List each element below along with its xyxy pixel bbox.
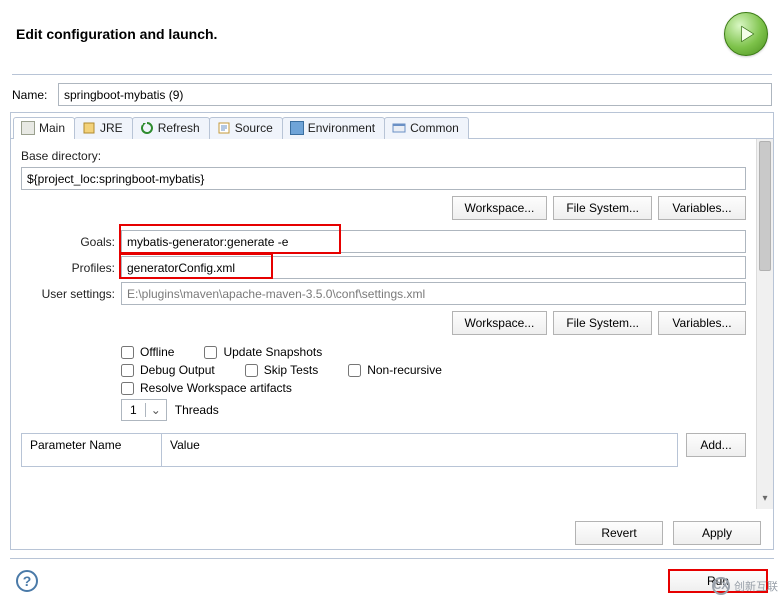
watermark: CX创新互联: [712, 577, 778, 595]
revert-button[interactable]: Revert: [575, 521, 663, 545]
name-label: Name:: [12, 88, 52, 102]
user-settings-input[interactable]: [121, 282, 746, 305]
file-system-button-2[interactable]: File System...: [553, 311, 652, 335]
dialog-title: Edit configuration and launch.: [16, 26, 217, 42]
base-directory-input[interactable]: [21, 167, 746, 190]
tab-source[interactable]: Source: [209, 117, 283, 139]
scrollbar-thumb[interactable]: [759, 141, 771, 271]
launch-icon-button[interactable]: [724, 12, 768, 56]
name-input[interactable]: [58, 83, 772, 106]
tab-refresh[interactable]: Refresh: [132, 117, 210, 139]
tab-main[interactable]: Main: [13, 117, 75, 139]
checkbox-resolve-workspace-label: Resolve Workspace artifacts: [140, 381, 292, 395]
user-settings-label: User settings:: [21, 287, 121, 301]
goals-input[interactable]: [121, 230, 746, 253]
checkbox-debug-output-label: Debug Output: [140, 363, 215, 377]
variables-button[interactable]: Variables...: [658, 196, 746, 220]
tab-common[interactable]: Common: [384, 117, 469, 139]
base-directory-label: Base directory:: [21, 149, 746, 163]
source-tab-icon: [217, 121, 231, 135]
checkbox-offline[interactable]: Offline: [121, 345, 174, 359]
tab-source-label: Source: [235, 121, 273, 135]
scroll-down-arrow-icon[interactable]: ▾: [757, 493, 773, 509]
workspace-button-2[interactable]: Workspace...: [452, 311, 548, 335]
tab-jre[interactable]: JRE: [74, 117, 133, 139]
tab-jre-label: JRE: [100, 121, 123, 135]
common-tab-icon: [392, 121, 406, 135]
threads-label: Threads: [175, 403, 219, 417]
checkbox-update-snapshots[interactable]: Update Snapshots: [204, 345, 322, 359]
tab-environment[interactable]: Environment: [282, 117, 385, 139]
tab-refresh-label: Refresh: [158, 121, 200, 135]
checkbox-non-recursive[interactable]: Non-recursive: [348, 363, 442, 377]
profiles-input[interactable]: [121, 256, 746, 279]
main-tab-icon: [21, 121, 35, 135]
variables-button-2[interactable]: Variables...: [658, 311, 746, 335]
checkbox-resolve-workspace[interactable]: Resolve Workspace artifacts: [121, 381, 292, 395]
threads-spinner[interactable]: 1 ⌄: [121, 399, 167, 421]
tab-common-label: Common: [410, 121, 459, 135]
file-system-button[interactable]: File System...: [553, 196, 652, 220]
threads-value: 1: [122, 403, 145, 417]
tab-main-label: Main: [39, 121, 65, 135]
workspace-button[interactable]: Workspace...: [452, 196, 548, 220]
checkbox-skip-tests-label: Skip Tests: [264, 363, 318, 377]
add-button[interactable]: Add...: [686, 433, 746, 457]
tab-environment-label: Environment: [308, 121, 375, 135]
chevron-down-icon[interactable]: ⌄: [145, 403, 166, 417]
jre-tab-icon: [82, 121, 96, 135]
column-parameter-name: Parameter Name: [22, 434, 162, 466]
checkbox-skip-tests[interactable]: Skip Tests: [245, 363, 318, 377]
apply-button[interactable]: Apply: [673, 521, 761, 545]
vertical-scrollbar[interactable]: ▴ ▾: [756, 139, 773, 509]
checkbox-non-recursive-label: Non-recursive: [367, 363, 442, 377]
checkbox-update-snapshots-label: Update Snapshots: [223, 345, 322, 359]
column-value: Value: [162, 434, 677, 466]
goals-label: Goals:: [21, 235, 121, 249]
refresh-tab-icon: [140, 121, 154, 135]
checkbox-offline-label: Offline: [140, 345, 174, 359]
help-icon[interactable]: ?: [16, 570, 38, 592]
play-icon: [735, 23, 757, 45]
profiles-label: Profiles:: [21, 261, 121, 275]
parameter-table[interactable]: Parameter Name Value: [21, 433, 678, 467]
environment-tab-icon: [290, 121, 304, 135]
checkbox-debug-output[interactable]: Debug Output: [121, 363, 215, 377]
